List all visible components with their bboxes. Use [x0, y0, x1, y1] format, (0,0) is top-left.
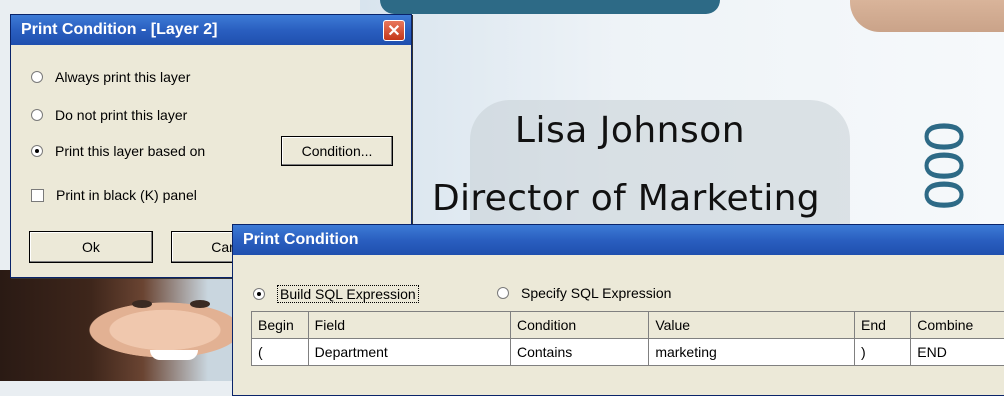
layer-dialog-titlebar: Print Condition - [Layer 2]	[11, 15, 411, 45]
radio-do-not-print[interactable]: Do not print this layer	[31, 107, 187, 123]
radio-selected-icon	[31, 145, 43, 157]
radio-label: Always print this layer	[55, 69, 190, 85]
radio-selected-icon	[253, 288, 265, 300]
condition-grid: Begin Field Condition Value End Combine …	[251, 311, 1004, 366]
column-header-value[interactable]: Value	[649, 312, 855, 339]
condition-button[interactable]: Condition...	[281, 136, 393, 166]
radio-icon	[31, 71, 43, 83]
column-header-combine[interactable]: Combine	[911, 312, 1004, 339]
card-name: Lisa Johnson	[470, 110, 790, 151]
checkbox-black-panel[interactable]: Print in black (K) panel	[31, 187, 197, 203]
condition-dialog-titlebar: Print Condition	[233, 225, 1004, 255]
card-top-bar	[380, 0, 720, 14]
radio-label: Build SQL Expression	[277, 285, 419, 303]
radio-always-print[interactable]: Always print this layer	[31, 69, 190, 85]
radio-build-sql[interactable]: Build SQL Expression	[253, 285, 419, 303]
column-header-condition[interactable]: Condition	[510, 312, 648, 339]
card-job-title: Director of Marketing	[432, 178, 852, 219]
photo-eye	[132, 300, 152, 308]
card-vertical-number: 000	[916, 120, 968, 207]
radio-icon	[497, 287, 509, 299]
checkbox-label: Print in black (K) panel	[56, 187, 197, 203]
layer-dialog-title: Print Condition - [Layer 2]	[21, 21, 217, 39]
grid-header-row: Begin Field Condition Value End Combine	[252, 312, 1004, 339]
close-icon: ✕	[387, 21, 400, 41]
radio-specify-sql[interactable]: Specify SQL Expression	[497, 285, 671, 301]
ok-button[interactable]: Ok	[29, 231, 153, 263]
radio-label: Do not print this layer	[55, 107, 187, 123]
photo-smile	[150, 350, 198, 360]
cell-condition[interactable]: Contains	[510, 339, 648, 366]
radio-print-based-on[interactable]: Print this layer based on	[31, 143, 205, 159]
cell-field[interactable]: Department	[308, 339, 510, 366]
column-header-begin[interactable]: Begin	[252, 312, 309, 339]
close-button[interactable]: ✕	[383, 20, 405, 41]
cell-begin[interactable]: (	[252, 339, 309, 366]
cell-end[interactable]: )	[855, 339, 911, 366]
column-header-end[interactable]: End	[855, 312, 911, 339]
card-face-photo	[0, 270, 260, 381]
radio-icon	[31, 109, 43, 121]
radio-label: Print this layer based on	[55, 143, 205, 159]
print-condition-dialog: Print Condition Build SQL Expression Spe…	[232, 224, 1004, 396]
table-row[interactable]: ( Department Contains marketing ) END	[252, 339, 1004, 366]
radio-label: Specify SQL Expression	[521, 285, 671, 301]
cell-value[interactable]: marketing	[649, 339, 855, 366]
cell-combine[interactable]: END	[911, 339, 1004, 366]
checkbox-icon	[31, 189, 44, 202]
photo-eye	[190, 300, 210, 308]
condition-dialog-title: Print Condition	[243, 231, 359, 249]
card-photo-top	[850, 0, 1004, 32]
column-header-field[interactable]: Field	[308, 312, 510, 339]
